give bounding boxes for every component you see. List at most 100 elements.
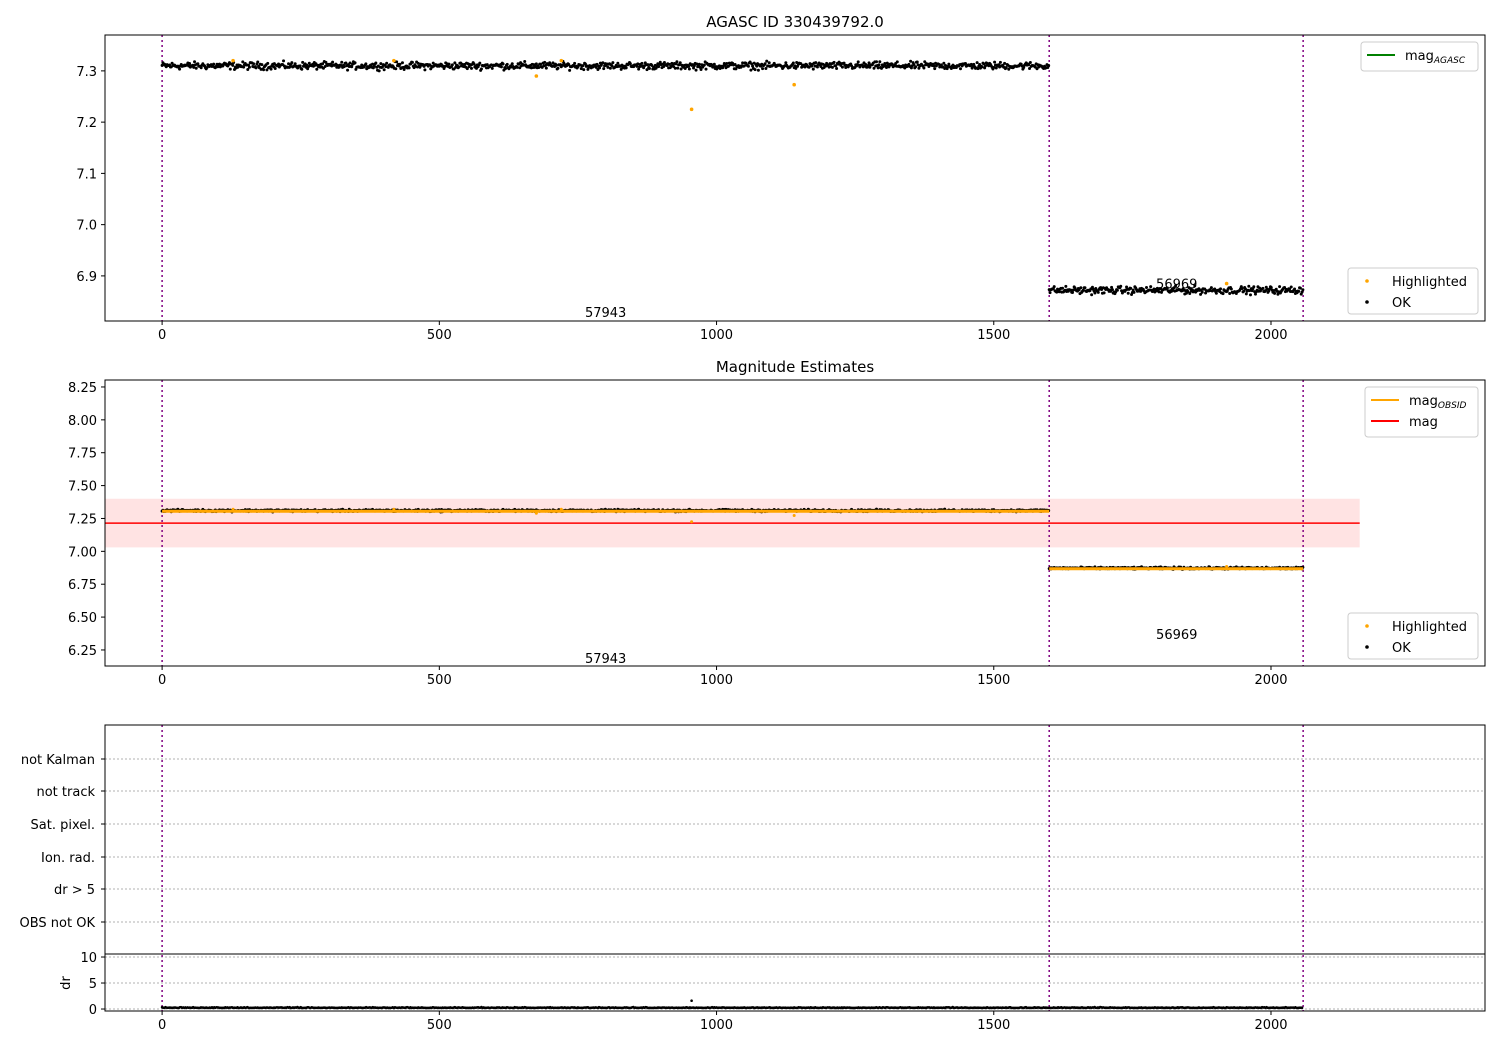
ok-point (353, 61, 357, 65)
ok-point (697, 62, 701, 66)
ok-point (687, 64, 691, 68)
ok-point (1229, 287, 1233, 291)
ok-point (1297, 289, 1301, 293)
ok-point (895, 60, 899, 64)
ok-point (878, 60, 882, 64)
ok-point (767, 61, 771, 65)
ok-point (501, 62, 505, 66)
ok-point (1244, 292, 1248, 296)
panel2-y-tick-label: 7.50 (68, 480, 97, 495)
highlighted-point (534, 74, 539, 78)
ok-point (282, 59, 286, 63)
ok-point (1289, 285, 1293, 289)
ok-point (753, 68, 757, 72)
panel2-y-tick-label: 6.25 (68, 644, 97, 659)
ok-point (1247, 284, 1251, 288)
panel1-points (160, 59, 1305, 297)
ok-point (835, 66, 839, 70)
ok-point (1126, 291, 1130, 295)
highlighted-point (1224, 281, 1229, 286)
panel2-y-tick-label: 8.00 (68, 414, 97, 429)
ok-point (1219, 287, 1223, 291)
ok-point (1090, 293, 1094, 297)
panel1-y-tick-label: 7.3 (76, 65, 97, 80)
dr-y-tick-label: 10 (80, 951, 97, 966)
ok-point (832, 60, 836, 64)
ok-point (293, 62, 297, 66)
ok-point (400, 61, 404, 65)
legend-label: OK (1392, 296, 1411, 311)
ok-point (1149, 285, 1153, 289)
ok-point (675, 60, 679, 64)
ok-point (830, 65, 834, 69)
panel1-y-tick-label: 7.1 (76, 167, 97, 182)
ok-point (1278, 285, 1282, 289)
ok-point (1221, 292, 1225, 296)
legend-label: Highlighted (1392, 275, 1467, 290)
ok-point (1048, 291, 1052, 295)
highlighted-point (559, 507, 563, 511)
ok-point (231, 63, 235, 67)
ok-point (228, 67, 232, 71)
ok-point (811, 67, 815, 71)
ok-point (1273, 291, 1277, 295)
obsid-label: 56969 (1156, 628, 1197, 643)
ok-point (377, 69, 381, 73)
ok-point (544, 66, 548, 70)
ok-point (636, 62, 640, 66)
ok-point (1209, 286, 1213, 290)
ok-point (423, 68, 427, 72)
ok-point (763, 62, 767, 66)
panel2-y-tick-label: 7.00 (68, 545, 97, 560)
ok-point (1110, 288, 1114, 292)
ok-point (764, 66, 768, 70)
ok-point (1115, 288, 1119, 292)
ok-point (756, 68, 760, 72)
ok-point (704, 67, 708, 71)
panel1-x-tick-label: 500 (427, 328, 452, 343)
highlighted-point (792, 513, 796, 517)
ok-point (856, 60, 860, 64)
ok-point (385, 61, 389, 65)
ok-point (598, 66, 602, 70)
legend-label: OK (1392, 641, 1411, 656)
ok-point (998, 60, 1002, 64)
highlighted-point (690, 520, 694, 524)
panel2-x-tick-label: 1000 (700, 673, 733, 688)
ok-point (490, 66, 494, 70)
panel1-x-tick-label: 1500 (977, 328, 1010, 343)
ok-point (331, 60, 335, 64)
ok-point (374, 61, 378, 65)
ok-point (1119, 284, 1123, 288)
ok-point (447, 62, 451, 66)
ok-point (611, 61, 615, 65)
panel3-x-tick-label: 1000 (700, 1018, 733, 1033)
panel2-y-tick-label: 7.25 (68, 512, 97, 527)
ok-point (624, 66, 628, 70)
dr-points (160, 1005, 1304, 1010)
ok-point (877, 63, 881, 67)
panel1-x-tick-label: 2000 (1254, 328, 1287, 343)
ok-point (640, 61, 644, 65)
ok-point (947, 62, 951, 66)
ok-point (1261, 286, 1265, 290)
panel1-x-tick-label: 1000 (700, 328, 733, 343)
flag-label: not Kalman (21, 753, 95, 768)
dr-point (1300, 1006, 1304, 1010)
ok-point (556, 66, 560, 70)
ok-point (505, 62, 509, 66)
highlighted-point (231, 58, 235, 63)
ok-point (915, 60, 919, 64)
flag-label: dr > 5 (54, 883, 95, 898)
panel2-y-tick-label: 8.25 (68, 381, 97, 396)
dr-axis-label: dr (59, 976, 74, 990)
flag-label: OBS not OK (20, 916, 96, 931)
legend-label: Highlighted (1392, 620, 1467, 635)
ok-point (1052, 285, 1056, 289)
legend-marker (1365, 279, 1369, 283)
ok-point (398, 62, 402, 66)
ok-point (702, 63, 706, 67)
ok-point (178, 67, 182, 71)
ok-point (933, 67, 937, 71)
legend-label: mag (1409, 415, 1438, 430)
